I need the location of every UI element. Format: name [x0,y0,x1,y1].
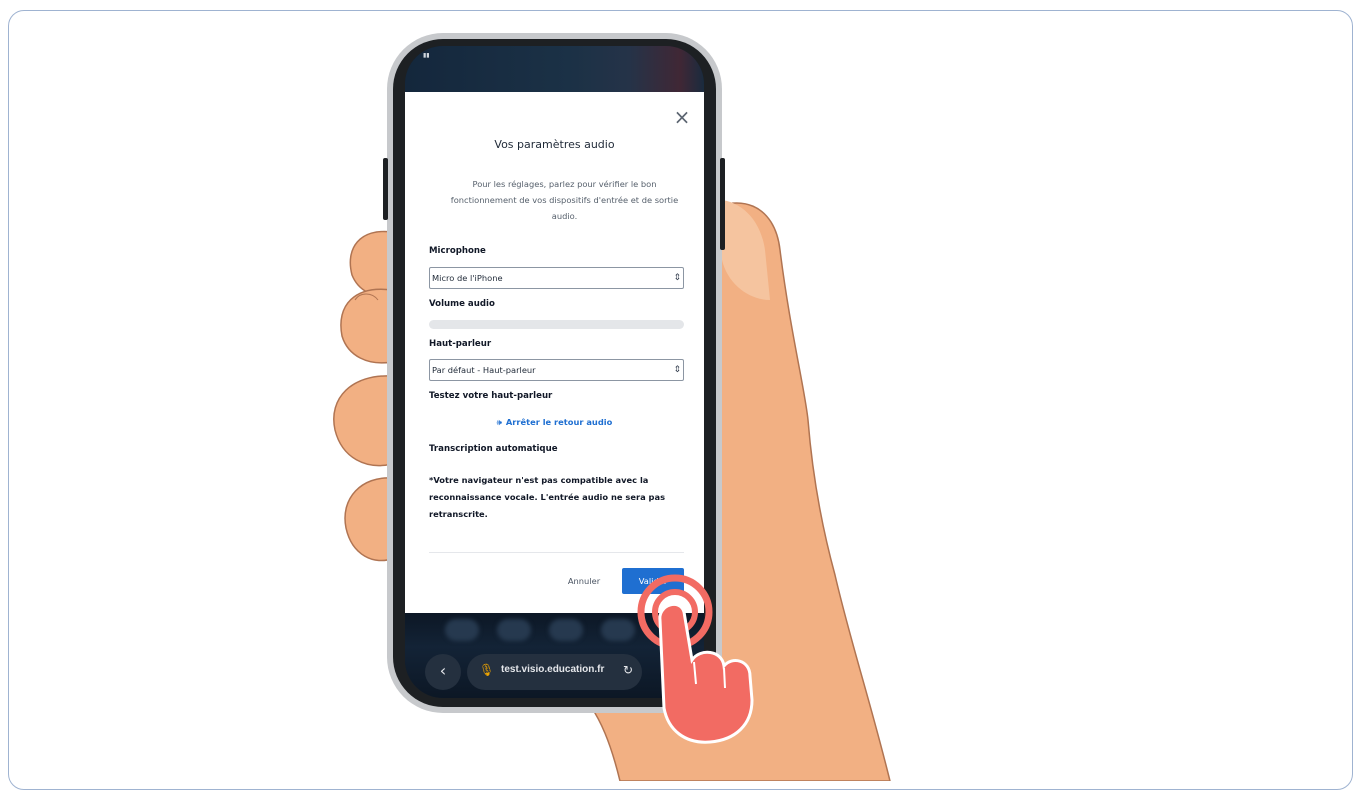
tap-gesture-illustration [637,574,754,744]
